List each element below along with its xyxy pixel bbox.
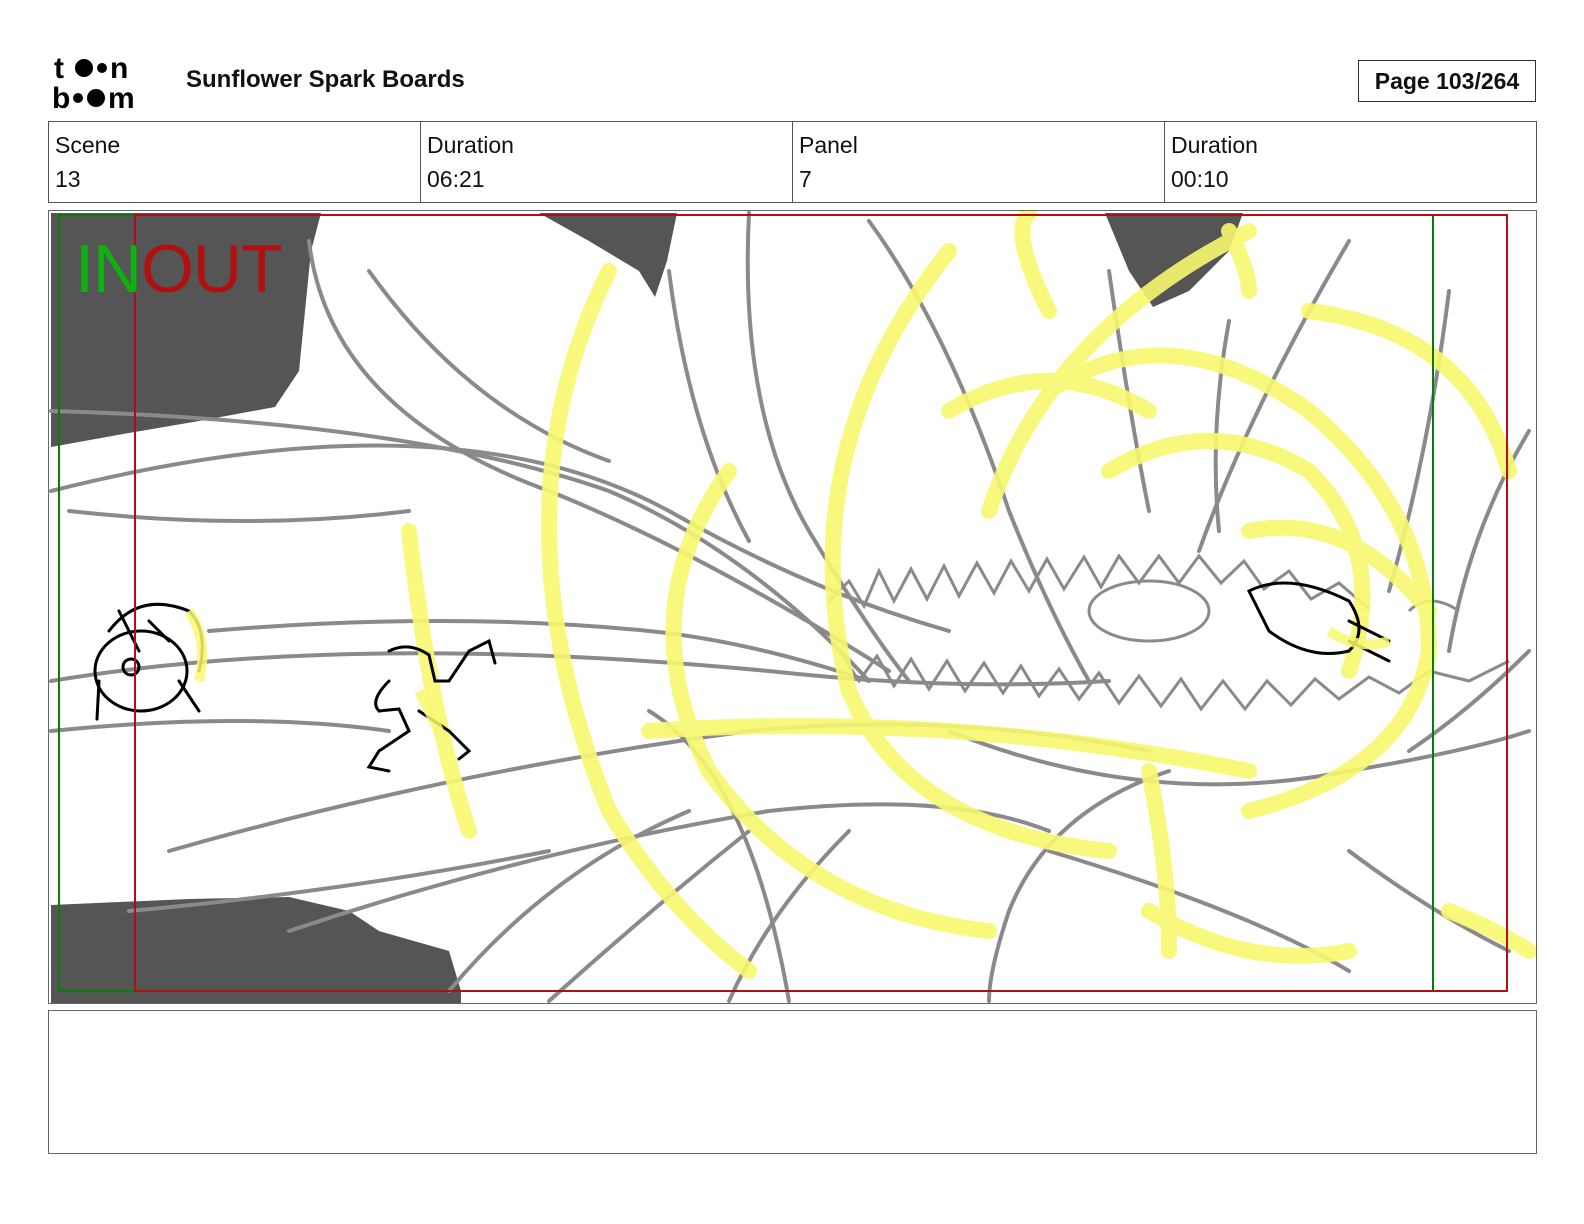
sketch-drawing	[49, 211, 1536, 1003]
panel-cell: Panel 7	[793, 122, 1165, 202]
panel-notes-area	[48, 1010, 1537, 1154]
out-label: OUT	[141, 231, 283, 307]
in-out-label: INOUT	[75, 235, 283, 303]
scene-duration-cell: Duration 06:21	[421, 122, 793, 202]
svg-text:n: n	[110, 52, 128, 85]
in-label: IN	[75, 231, 142, 307]
svg-text:m: m	[108, 82, 135, 112]
panel-duration-value: 00:10	[1171, 166, 1229, 192]
scene-duration-label: Duration	[427, 132, 514, 158]
scene-duration-value: 06:21	[427, 166, 485, 192]
panel-value: 7	[799, 166, 812, 192]
scene-value: 13	[55, 166, 81, 192]
panel-info-table: Scene 13 Duration 06:21 Panel 7 Duration…	[48, 121, 1537, 203]
toon-boom-logo: t n b m	[52, 52, 135, 112]
panel-duration-label: Duration	[1171, 132, 1258, 158]
project-title: Sunflower Spark Boards	[186, 66, 465, 93]
panel-duration-cell: Duration 00:10	[1165, 122, 1536, 202]
storyboard-panel-image: INOUT	[48, 210, 1537, 1004]
svg-text:t: t	[54, 52, 64, 85]
scene-label: Scene	[55, 132, 121, 158]
page-indicator: Page 103/264	[1358, 60, 1536, 102]
panel-label: Panel	[799, 132, 858, 158]
svg-text:b: b	[52, 82, 70, 112]
scene-cell: Scene 13	[49, 122, 421, 202]
